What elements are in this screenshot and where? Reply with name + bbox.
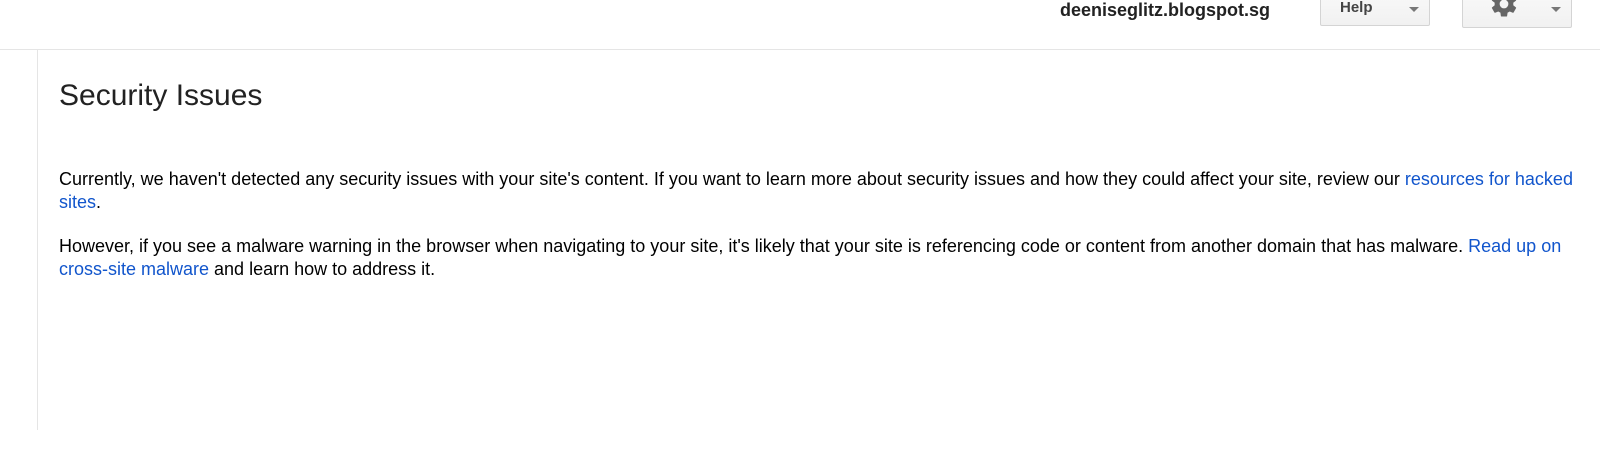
left-divider [37, 50, 38, 430]
chevron-down-icon [1551, 7, 1561, 12]
paragraph-text-end: . [96, 192, 102, 212]
security-status-paragraph: Currently, we haven't detected any secur… [59, 168, 1574, 214]
settings-button[interactable] [1462, 0, 1572, 28]
gear-icon [1491, 0, 1517, 17]
paragraph-text: Currently, we haven't detected any secur… [59, 169, 1405, 189]
help-button[interactable]: Help [1320, 0, 1430, 26]
site-name: deeniseglitz.blogspot.sg [1060, 0, 1271, 20]
paragraph-text-end: and learn how to address it. [209, 259, 436, 279]
chevron-down-icon [1409, 7, 1419, 12]
page-title: Security Issues [59, 79, 263, 112]
malware-warning-paragraph: However, if you see a malware warning in… [59, 235, 1574, 281]
help-button-label: Help [1340, 0, 1373, 16]
top-bar: deeniseglitz.blogspot.sg Help [0, 0, 1600, 50]
paragraph-text: However, if you see a malware warning in… [59, 236, 1469, 256]
